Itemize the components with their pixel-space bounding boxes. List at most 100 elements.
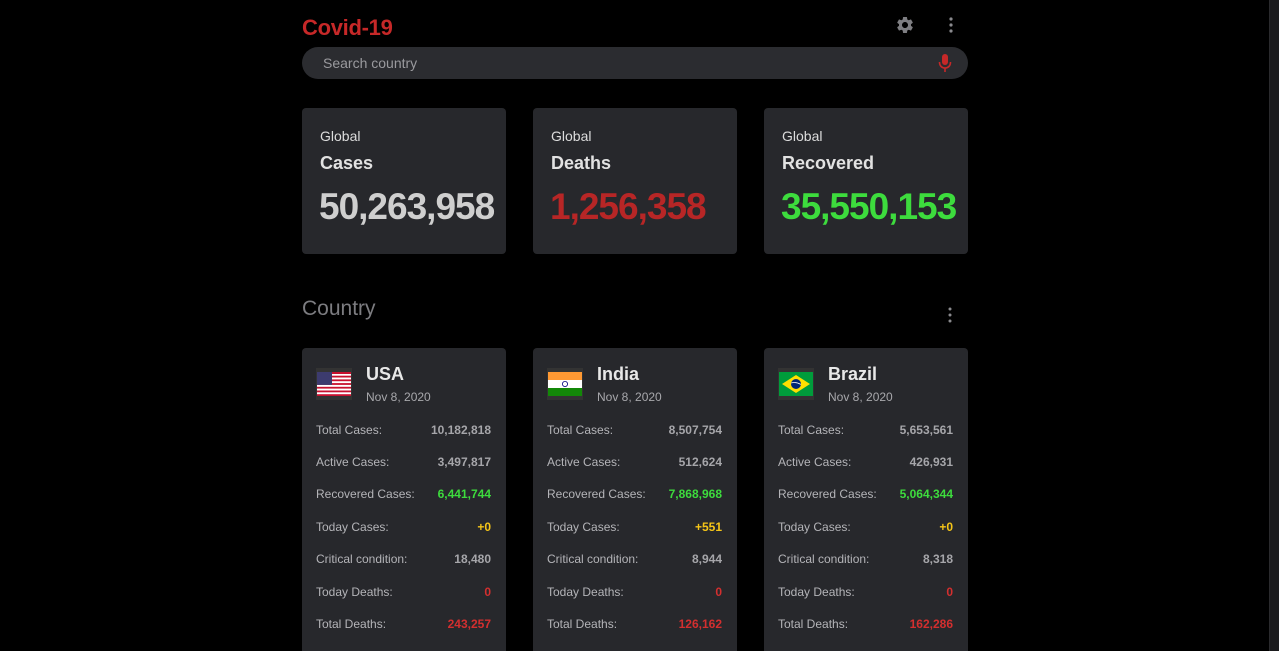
- app-window: Covid-19 Global Cases 50,263,95: [0, 0, 1279, 651]
- stat-label: Critical condition:: [547, 552, 639, 566]
- stat-value: 3,497,817: [437, 455, 491, 469]
- country-date: Nov 8, 2020: [366, 390, 431, 404]
- stat-active-cases: Active Cases: 426,931: [778, 455, 954, 473]
- stat-label: Today Cases:: [316, 520, 389, 534]
- stat-total-deaths: Total Deaths: 126,162: [547, 617, 723, 635]
- stat-value: 0: [484, 585, 491, 599]
- global-deaths-card: Global Deaths 1,256,358: [533, 108, 737, 254]
- flag-container: [778, 368, 814, 400]
- global-deaths-value: 1,256,358: [550, 186, 707, 227]
- card-title: Deaths: [551, 153, 612, 173]
- country-name: Brazil: [828, 364, 878, 384]
- stat-value: +551: [694, 520, 722, 534]
- stat-active-cases: Active Cases: 3,497,817: [316, 455, 492, 473]
- more-options-button[interactable]: [938, 12, 964, 38]
- stat-value: 126,162: [678, 617, 722, 631]
- country-more-options-button[interactable]: [937, 302, 963, 328]
- stat-today-cases: Today Cases: +551: [547, 520, 723, 538]
- stat-value: 426,931: [909, 455, 953, 469]
- card-label: Global: [320, 128, 361, 144]
- global-recovered-value: 35,550,153: [781, 186, 957, 227]
- microphone-icon: [938, 54, 952, 72]
- card-title: Recovered: [782, 153, 875, 173]
- stat-total-deaths: Total Deaths: 243,257: [316, 617, 492, 635]
- stat-label: Total Deaths:: [316, 617, 387, 631]
- stat-label: Critical condition:: [778, 552, 870, 566]
- search-bar: [302, 47, 968, 79]
- app-header: Covid-19: [302, 12, 968, 46]
- country-name: USA: [366, 364, 405, 384]
- card-label: Global: [782, 128, 823, 144]
- global-cases-value: 50,263,958: [319, 186, 495, 227]
- stat-recovered-cases: Recovered Cases: 5,064,344: [778, 487, 954, 505]
- stat-label: Total Deaths:: [778, 617, 849, 631]
- stat-value: +0: [939, 520, 953, 534]
- stat-critical: Critical condition: 8,944: [547, 552, 723, 570]
- stat-active-cases: Active Cases: 512,624: [547, 455, 723, 473]
- country-card-brazil[interactable]: Brazil Nov 8, 2020 Total Cases: 5,653,561…: [764, 348, 968, 651]
- stat-label: Total Cases:: [547, 423, 614, 437]
- stat-label: Today Cases:: [778, 520, 851, 534]
- stat-total-cases: Total Cases: 8,507,754: [547, 423, 723, 441]
- app-title: Covid-19: [302, 15, 393, 40]
- country-date: Nov 8, 2020: [828, 390, 893, 404]
- stat-total-deaths: Total Deaths: 162,286: [778, 617, 954, 635]
- stat-label: Total Deaths:: [547, 617, 618, 631]
- stat-label: Today Cases:: [547, 520, 620, 534]
- stat-today-cases: Today Cases: +0: [778, 520, 954, 538]
- gear-icon: [897, 16, 913, 33]
- stat-label: Today Deaths:: [316, 585, 393, 599]
- stat-today-cases: Today Cases: +0: [316, 520, 492, 538]
- stat-recovered-cases: Recovered Cases: 7,868,968: [547, 487, 723, 505]
- india-flag-icon: [548, 372, 582, 396]
- stat-label: Active Cases:: [547, 455, 621, 469]
- stat-label: Today Deaths:: [547, 585, 624, 599]
- stat-critical: Critical condition: 8,318: [778, 552, 954, 570]
- stat-label: Recovered Cases:: [316, 487, 415, 501]
- country-card-usa[interactable]: USA Nov 8, 2020 Total Cases: 10,182,818 A…: [302, 348, 506, 651]
- more-vert-icon: [949, 17, 953, 33]
- stat-value: 0: [715, 585, 722, 599]
- usa-flag-icon: [317, 372, 351, 396]
- more-vert-icon: [948, 307, 952, 323]
- stat-today-deaths: Today Deaths: 0: [316, 585, 492, 603]
- stat-value: 5,653,561: [899, 423, 953, 437]
- stat-value: 7,868,968: [668, 487, 722, 501]
- page-scrollbar[interactable]: [1269, 0, 1279, 651]
- stat-critical: Critical condition: 18,480: [316, 552, 492, 570]
- stat-value: 10,182,818: [430, 423, 491, 437]
- stat-today-deaths: Today Deaths: 0: [547, 585, 723, 603]
- stat-value: 5,064,344: [899, 487, 953, 501]
- search-input[interactable]: [302, 47, 922, 79]
- stat-total-cases: Total Cases: 10,182,818: [316, 423, 492, 441]
- stat-label: Today Deaths:: [778, 585, 855, 599]
- settings-button[interactable]: [892, 12, 918, 38]
- stat-value: 8,318: [922, 552, 953, 566]
- stat-value: 6,441,744: [437, 487, 491, 501]
- stat-label: Total Cases:: [778, 423, 845, 437]
- stat-label: Recovered Cases:: [547, 487, 646, 501]
- card-title: Cases: [320, 153, 374, 173]
- card-label: Global: [551, 128, 592, 144]
- stat-label: Recovered Cases:: [778, 487, 877, 501]
- stat-label: Total Cases:: [316, 423, 383, 437]
- country-card-india[interactable]: India Nov 8, 2020 Total Cases: 8,507,754 …: [533, 348, 737, 651]
- flag-container: [316, 368, 352, 400]
- stat-value: 8,944: [691, 552, 722, 566]
- stat-value: 162,286: [909, 617, 953, 631]
- stat-label: Active Cases:: [778, 455, 852, 469]
- section-title: Country: [302, 297, 376, 320]
- country-date: Nov 8, 2020: [597, 390, 662, 404]
- stat-label: Critical condition:: [316, 552, 408, 566]
- brazil-flag-icon: [779, 372, 813, 396]
- stat-value: 512,624: [678, 455, 722, 469]
- stat-value: 8,507,754: [668, 423, 722, 437]
- stat-recovered-cases: Recovered Cases: 6,441,744: [316, 487, 492, 505]
- voice-search-button[interactable]: [934, 52, 956, 74]
- stat-value: 18,480: [454, 552, 491, 566]
- flag-container: [547, 368, 583, 400]
- stat-label: Active Cases:: [316, 455, 390, 469]
- stat-value: +0: [477, 520, 491, 534]
- global-cases-card: Global Cases 50,263,958: [302, 108, 506, 254]
- stat-value: 243,257: [447, 617, 491, 631]
